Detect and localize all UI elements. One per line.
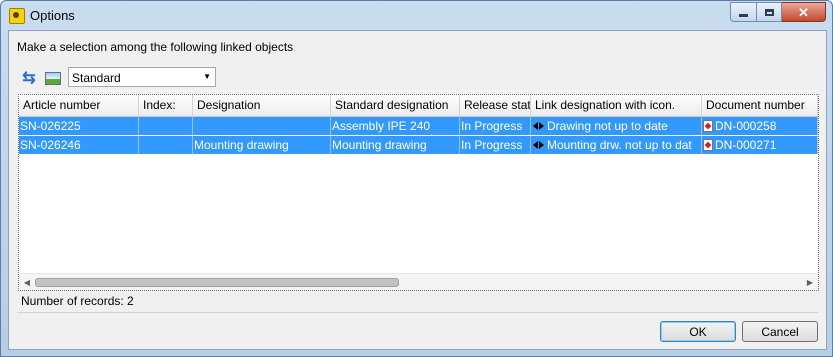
minimize-button[interactable] (730, 2, 757, 22)
dialog-body: Make a selection among the following lin… (8, 30, 827, 350)
column-header[interactable]: Standard designation (331, 95, 460, 116)
table-row[interactable]: SN-026225 Assembly IPE 240 In Progress D… (19, 117, 818, 135)
scrollbar-thumb[interactable] (35, 278, 399, 287)
close-icon: ✕ (798, 4, 809, 20)
link-icon (532, 121, 546, 131)
cell-index (139, 117, 193, 135)
cell-designation: Mounting drawing (193, 136, 331, 154)
window-controls: ✕ (730, 2, 826, 22)
view-select[interactable]: Standard ▼ (68, 67, 216, 87)
instruction-text: Make a selection among the following lin… (17, 40, 294, 54)
pdf-icon (703, 139, 713, 151)
cell-standard-designation: Mounting drawing (331, 136, 460, 154)
cell-release-status: In Progress (460, 136, 531, 154)
minimize-icon (739, 13, 748, 17)
maximize-icon (764, 8, 774, 16)
toolbar: ⇆ Standard ▼ (16, 65, 818, 93)
app-icon (9, 8, 25, 24)
pdf-icon (703, 120, 713, 132)
image-icon[interactable] (44, 69, 62, 87)
cell-document-number: DN-000258 (702, 117, 818, 135)
document-number-text: DN-000258 (715, 119, 777, 133)
document-number-text: DN-000271 (715, 138, 777, 152)
table-row[interactable]: SN-026246 Mounting drawing Mounting draw… (19, 136, 818, 154)
table-header: Article number Index: Designation Standa… (19, 95, 818, 117)
cell-article-number: SN-026225 (19, 117, 139, 135)
scroll-left-icon[interactable]: ◀ (19, 274, 35, 290)
cell-link-designation: Drawing not up to date (531, 117, 702, 135)
column-header[interactable]: Document number (702, 95, 818, 116)
cell-release-status: In Progress (460, 117, 531, 135)
close-button[interactable]: ✕ (782, 2, 826, 22)
window-title: Options (30, 8, 75, 23)
record-count: Number of records: 2 (21, 294, 134, 308)
link-icon (532, 140, 546, 150)
view-select-value: Standard (72, 71, 121, 85)
link-designation-text: Mounting drw. not up to dat (547, 138, 692, 152)
cell-document-number: DN-000271 (702, 136, 818, 154)
divider (17, 312, 818, 313)
column-header[interactable]: Index: (139, 95, 193, 116)
cancel-button[interactable]: Cancel (742, 321, 818, 342)
link-designation-text: Drawing not up to date (547, 119, 668, 133)
horizontal-scrollbar[interactable]: ◀ ▶ (19, 273, 818, 290)
refresh-icon[interactable]: ⇆ (20, 69, 38, 87)
cell-standard-designation: Assembly IPE 240 (331, 117, 460, 135)
column-header[interactable]: Release stat (460, 95, 531, 116)
cell-index (139, 136, 193, 154)
cell-link-designation: Mounting drw. not up to dat (531, 136, 702, 154)
column-header[interactable]: Link designation with icon. (531, 95, 702, 116)
column-header[interactable]: Designation (193, 95, 331, 116)
cell-designation (193, 117, 331, 135)
chevron-down-icon[interactable]: ▼ (203, 72, 211, 81)
title-bar[interactable]: Options ✕ (1, 1, 832, 29)
column-header[interactable]: Article number (19, 95, 139, 116)
maximize-button[interactable] (757, 2, 782, 22)
ok-button[interactable]: OK (660, 321, 736, 342)
linked-objects-table: Article number Index: Designation Standa… (18, 94, 819, 291)
options-dialog: Options ✕ Make a selection among the fol… (0, 0, 833, 357)
scroll-right-icon[interactable]: ▶ (802, 274, 818, 290)
cell-article-number: SN-026246 (19, 136, 139, 154)
